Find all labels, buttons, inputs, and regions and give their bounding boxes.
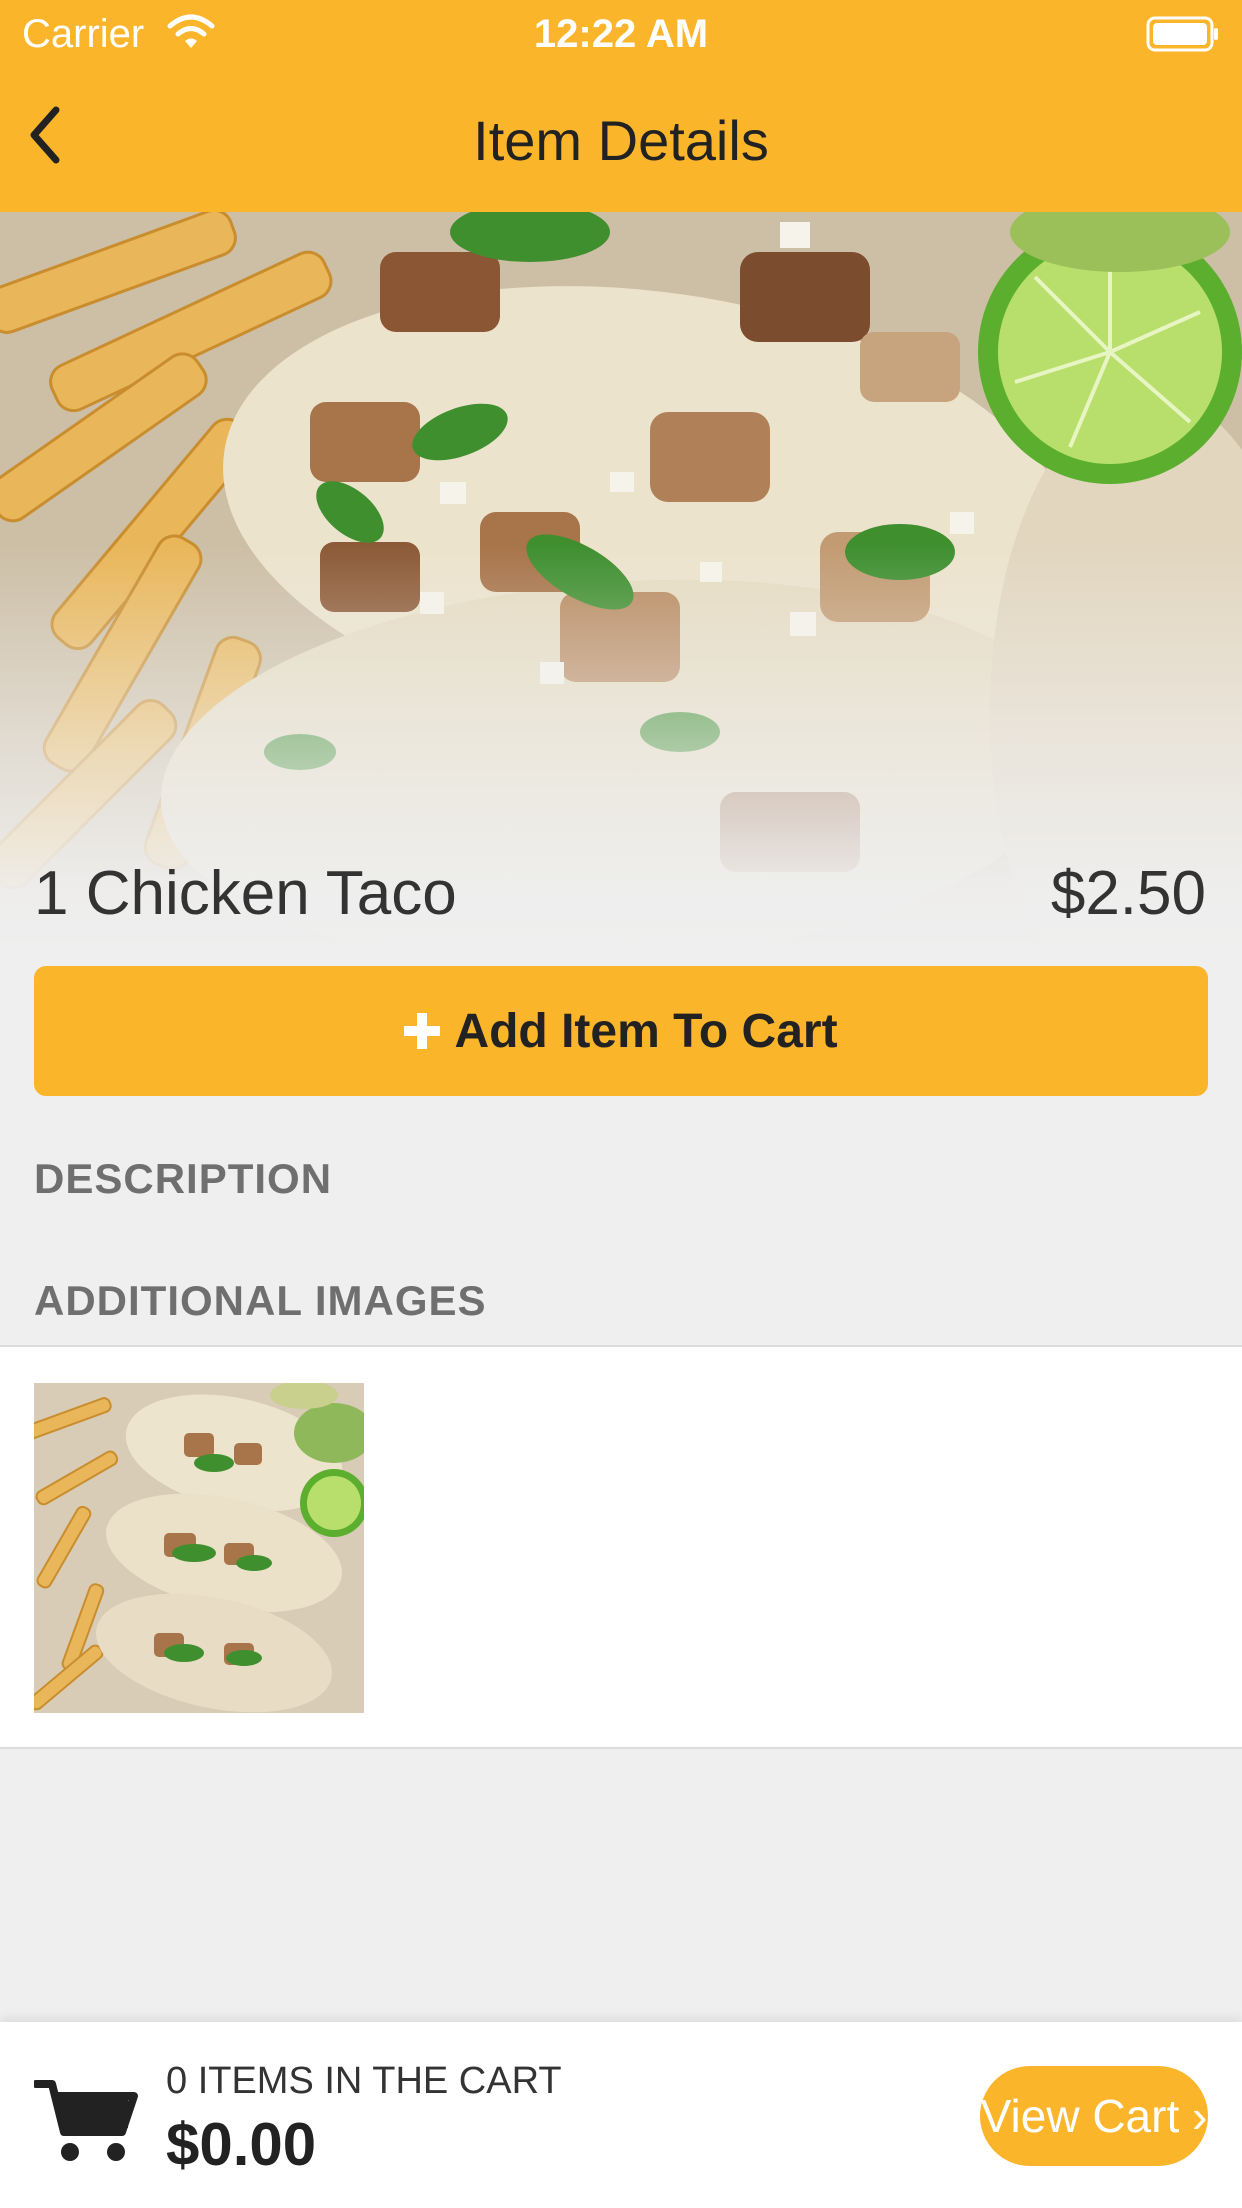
item-name: 1 Chicken Taco (34, 859, 457, 928)
top-bar: Carrier 12:22 AM Item Details (0, 0, 1242, 212)
plus-icon (404, 1013, 441, 1049)
description-heading: DESCRIPTION (34, 1155, 333, 1202)
battery-icon (1146, 16, 1218, 52)
status-time: 12:22 AM (533, 12, 709, 56)
cart-icon (34, 2080, 138, 2161)
additional-images-panel (0, 1345, 1242, 1749)
item-price: $2.50 (1050, 859, 1206, 928)
cart-item-count: 0 ITEMS IN THE CART (166, 2060, 562, 2102)
page-title: Item Details (473, 109, 769, 172)
cart-total: $0.00 (166, 2111, 317, 2178)
view-cart-button[interactable]: View Cart › (980, 2066, 1208, 2166)
hero-fade-overlay (0, 212, 1242, 952)
item-hero-image (0, 212, 1242, 952)
add-to-cart-button[interactable]: Add Item To Cart (34, 966, 1208, 1096)
taco-thumbnail-photo (34, 1383, 364, 1713)
additional-image-thumbnail[interactable] (34, 1383, 364, 1713)
additional-images-heading: ADDITIONAL IMAGES (34, 1277, 487, 1324)
add-to-cart-label: Add Item To Cart (454, 1004, 838, 1058)
cart-summary-bar: 0 ITEMS IN THE CART $0.00 View Cart › (0, 2022, 1242, 2208)
